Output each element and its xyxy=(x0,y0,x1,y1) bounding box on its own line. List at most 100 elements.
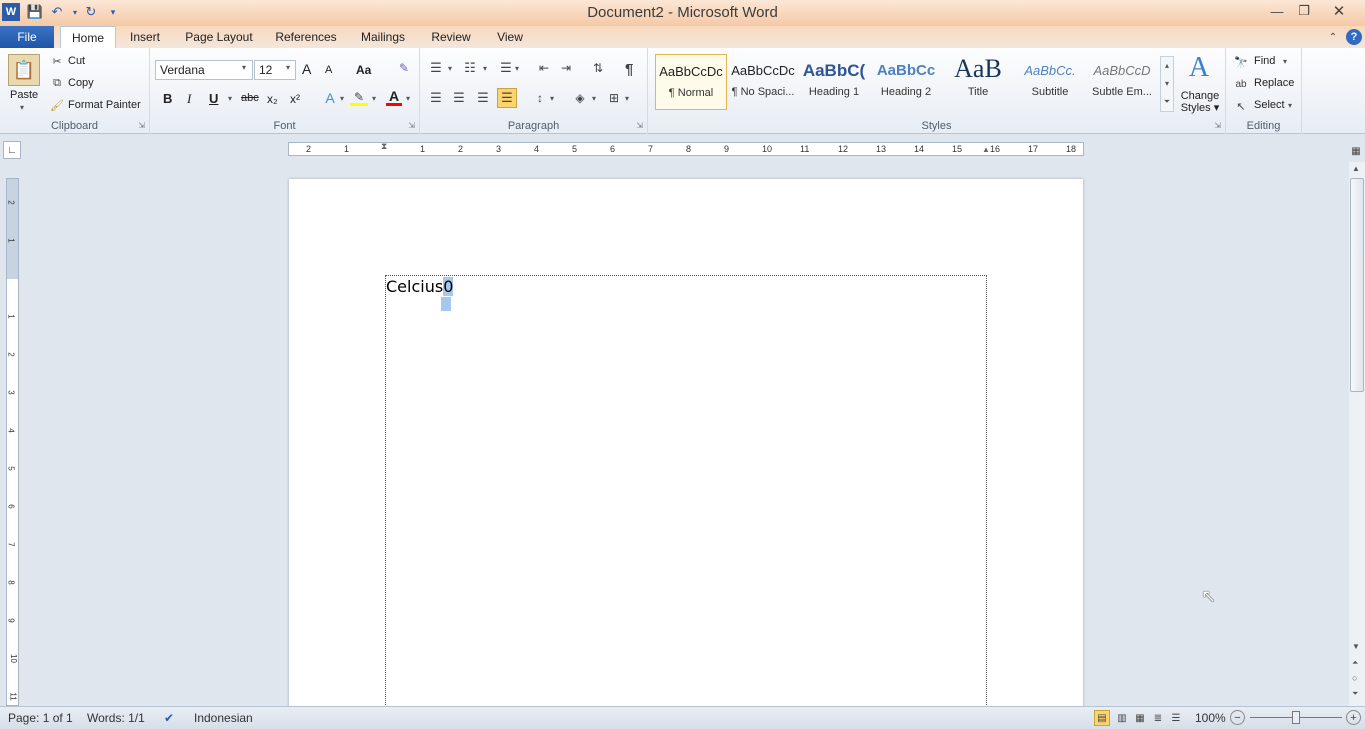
select-icon[interactable]: ↖ xyxy=(1234,99,1248,113)
paste-button[interactable]: Paste xyxy=(10,89,38,101)
underline-icon[interactable]: U xyxy=(209,91,218,106)
document-text[interactable]: Celcius0 xyxy=(386,277,454,296)
show-formatting-icon[interactable]: ¶ xyxy=(625,61,633,78)
align-right-icon[interactable]: ☰ xyxy=(475,90,491,106)
previous-page-icon[interactable]: ⏶ xyxy=(1352,658,1358,668)
document-page[interactable]: Celcius0 xyxy=(289,179,1083,729)
style-heading-2[interactable]: AaBbCc Heading 2 xyxy=(870,54,942,110)
highlight-icon[interactable]: ✎ xyxy=(350,90,368,106)
print-layout-icon[interactable]: ▤ xyxy=(1094,710,1110,726)
bold-icon[interactable]: B xyxy=(163,91,172,106)
superscript-icon[interactable]: x² xyxy=(290,92,300,106)
font-family-dropdown-icon[interactable]: ▾ xyxy=(242,63,246,72)
language-indicator[interactable]: Indonesian xyxy=(194,711,253,725)
font-color-icon[interactable]: A xyxy=(386,88,402,106)
zoom-in-icon[interactable]: + xyxy=(1346,710,1361,725)
shading-dropdown-icon[interactable]: ▾ xyxy=(592,94,596,103)
tab-page-layout[interactable]: Page Layout xyxy=(180,26,258,48)
styles-scroll[interactable]: ▴ ▾ ⏷ xyxy=(1160,56,1174,112)
minimize-ribbon-icon[interactable]: ⌃ xyxy=(1326,30,1340,44)
paragraph-launcher-icon[interactable]: ⇲ xyxy=(636,121,643,130)
word-count[interactable]: Words: 1/1 xyxy=(87,711,145,725)
help-icon[interactable]: ? xyxy=(1346,29,1362,45)
scroll-thumb[interactable] xyxy=(1350,178,1364,392)
find-icon[interactable]: 🔭 xyxy=(1234,55,1248,69)
find-button[interactable]: Find xyxy=(1254,55,1275,67)
multilevel-dropdown-icon[interactable]: ▾ xyxy=(515,64,519,73)
highlight-dropdown-icon[interactable]: ▾ xyxy=(372,94,376,103)
close-icon[interactable]: ✕ xyxy=(1326,0,1352,22)
vertical-scrollbar[interactable]: ▲ ▼ ⏶ ○ ⏷ xyxy=(1349,162,1365,706)
scroll-up-icon[interactable]: ▲ xyxy=(1352,164,1360,173)
multilevel-list-icon[interactable]: ☰ xyxy=(498,60,514,76)
numbering-icon[interactable]: ☷ xyxy=(462,60,478,76)
tab-file[interactable]: File xyxy=(0,26,54,48)
full-screen-reading-icon[interactable]: ▥ xyxy=(1114,710,1130,726)
numbering-dropdown-icon[interactable]: ▾ xyxy=(483,64,487,73)
draft-icon[interactable]: ☰ xyxy=(1168,710,1184,726)
line-spacing-icon[interactable]: ↕ xyxy=(532,90,548,106)
tab-view[interactable]: View xyxy=(490,26,530,48)
outline-icon[interactable]: ≣ xyxy=(1150,710,1166,726)
copy-icon[interactable]: ⧉ xyxy=(50,76,64,90)
paste-icon[interactable]: 📋 xyxy=(8,54,40,86)
zoom-level[interactable]: 100% xyxy=(1195,711,1226,725)
shading-icon[interactable]: ◈ xyxy=(572,90,588,106)
next-page-icon[interactable]: ⏷ xyxy=(1352,689,1358,699)
text-box[interactable]: Celcius0 xyxy=(385,275,987,729)
style-no-spacing[interactable]: AaBbCcDc ¶ No Spaci... xyxy=(727,54,799,110)
restore-icon[interactable]: ❐ xyxy=(1291,0,1317,22)
align-center-icon[interactable]: ☰ xyxy=(451,90,467,106)
zoom-slider-thumb[interactable] xyxy=(1292,711,1300,724)
tab-mailings[interactable]: Mailings xyxy=(354,26,412,48)
zoom-out-icon[interactable]: − xyxy=(1230,710,1245,725)
bullets-dropdown-icon[interactable]: ▾ xyxy=(448,64,452,73)
page-count[interactable]: Page: 1 of 1 xyxy=(8,711,73,725)
shrink-font-icon[interactable]: A xyxy=(325,64,332,76)
view-ruler-icon[interactable]: ▦ xyxy=(1348,143,1364,159)
increase-indent-icon[interactable]: ⇥ xyxy=(558,60,574,76)
italic-icon[interactable]: I xyxy=(187,91,191,107)
subscript-icon[interactable]: x₂ xyxy=(267,92,278,106)
underline-dropdown-icon[interactable]: ▾ xyxy=(228,94,232,103)
format-painter-button[interactable]: Format Painter xyxy=(68,99,141,111)
align-left-icon[interactable]: ☰ xyxy=(428,90,444,106)
clear-formatting-icon[interactable]: ✎ xyxy=(396,60,412,76)
change-styles-button[interactable]: Change Styles ▾ xyxy=(1178,90,1222,114)
change-case-icon[interactable]: Aa xyxy=(356,63,371,77)
proofing-icon[interactable]: ✔ xyxy=(160,709,178,727)
style-subtle-emphasis[interactable]: AaBbCcD Subtle Em... xyxy=(1086,54,1158,110)
decrease-indent-icon[interactable]: ⇤ xyxy=(536,60,552,76)
web-layout-icon[interactable]: ▦ xyxy=(1132,710,1148,726)
select-browse-object-icon[interactable]: ○ xyxy=(1352,673,1357,683)
borders-dropdown-icon[interactable]: ▾ xyxy=(625,94,629,103)
minimize-icon[interactable]: — xyxy=(1264,0,1290,22)
text-effects-icon[interactable]: A xyxy=(322,90,338,106)
line-spacing-dropdown-icon[interactable]: ▾ xyxy=(550,94,554,103)
select-dropdown-icon[interactable]: ▾ xyxy=(1288,101,1292,110)
indent-marker-icon[interactable]: ⧗ xyxy=(381,141,387,152)
scroll-down-icon[interactable]: ▼ xyxy=(1352,642,1360,651)
font-family-box[interactable]: Verdana xyxy=(155,60,253,80)
text-effects-dropdown-icon[interactable]: ▾ xyxy=(340,94,344,103)
tab-insert[interactable]: Insert xyxy=(122,26,168,48)
style-subtitle[interactable]: AaBbCc. Subtitle xyxy=(1014,54,1086,110)
font-launcher-icon[interactable]: ⇲ xyxy=(408,121,415,130)
tab-selector-icon[interactable]: ∟ xyxy=(3,141,21,159)
tab-references[interactable]: References xyxy=(270,26,342,48)
justify-icon[interactable]: ☰ xyxy=(497,88,517,108)
change-styles-icon[interactable]: A xyxy=(1182,52,1216,84)
font-size-dropdown-icon[interactable]: ▾ xyxy=(286,63,290,72)
style-title[interactable]: AaB Title xyxy=(942,54,1014,110)
horizontal-ruler[interactable]: 2 1 1 2 3 4 5 6 7 8 9 10 11 12 13 14 15 16 17 18 ⧗ ▲ xyxy=(288,141,1084,156)
find-dropdown-icon[interactable]: ▾ xyxy=(1283,57,1287,66)
font-color-dropdown-icon[interactable]: ▾ xyxy=(406,94,410,103)
bullets-icon[interactable]: ☰ xyxy=(428,60,444,76)
tab-review[interactable]: Review xyxy=(424,26,478,48)
grow-font-icon[interactable]: A xyxy=(302,61,311,77)
select-button[interactable]: Select xyxy=(1254,99,1285,111)
vertical-ruler[interactable]: 2 1 1 2 3 4 5 6 7 8 9 10 11 xyxy=(6,178,19,706)
style-heading-1[interactable]: AaBbC( Heading 1 xyxy=(798,54,870,110)
style-normal[interactable]: AaBbCcDc ¶ Normal xyxy=(655,54,727,110)
selected-text[interactable]: 0 xyxy=(443,277,454,296)
